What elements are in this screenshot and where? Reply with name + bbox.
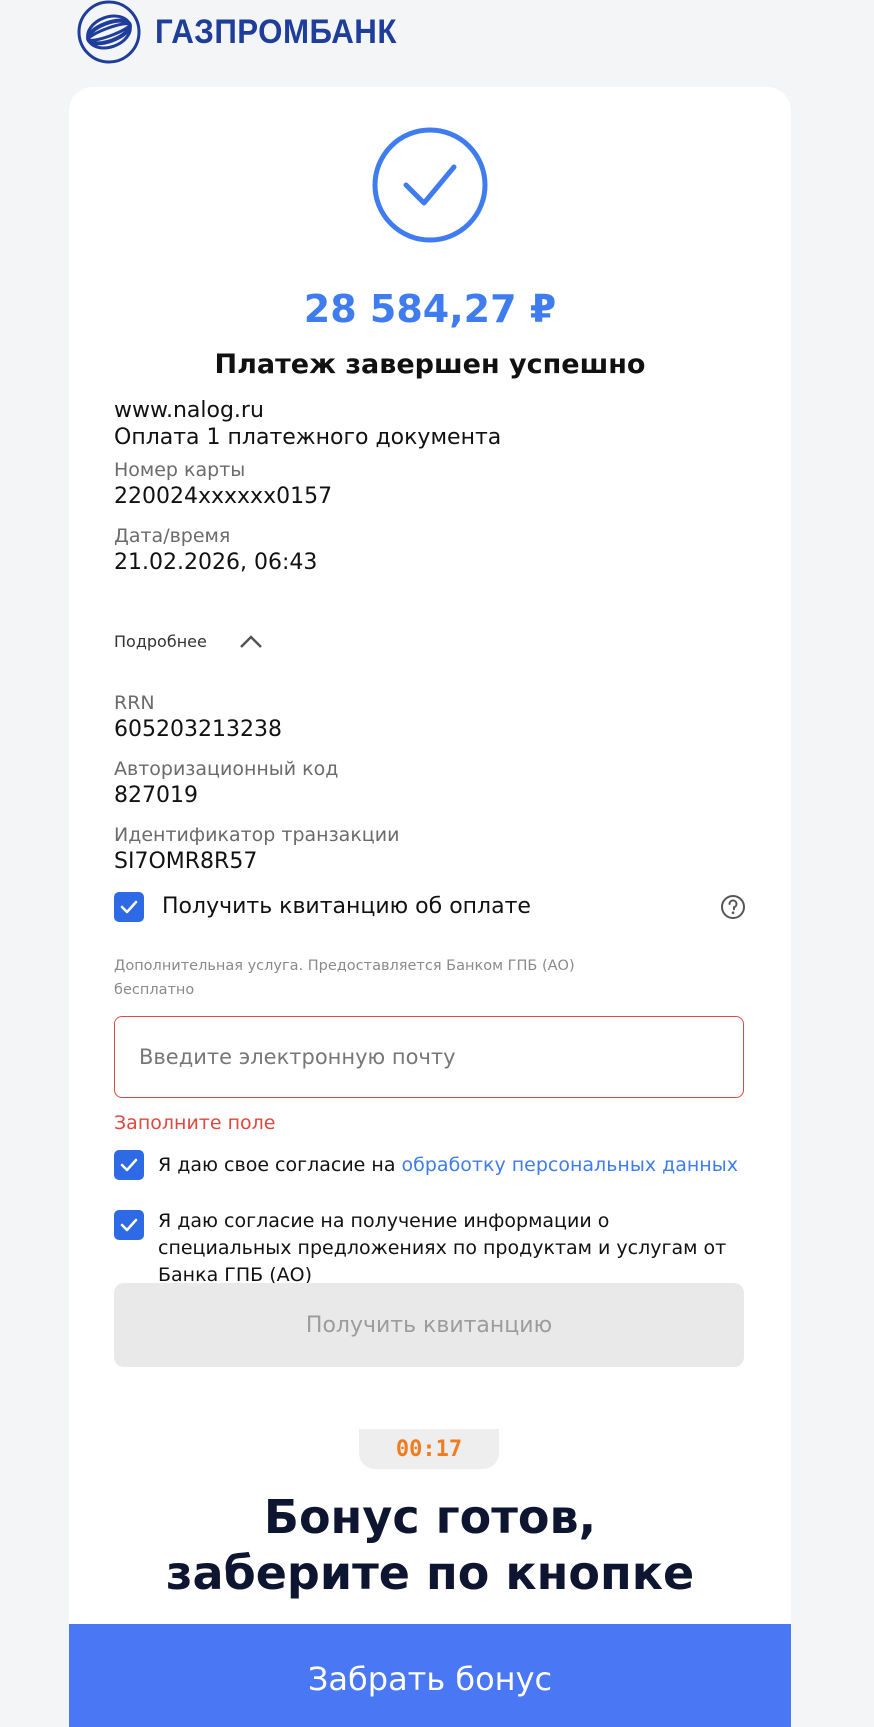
merchant-name: www.nalog.ru	[114, 398, 264, 423]
rrn-label: RRN	[114, 692, 155, 714]
receipt-checkbox[interactable]	[114, 892, 144, 922]
payment-merchant-block: www.nalog.ru Оплата 1 платежного докумен…	[114, 397, 744, 451]
receipt-checkbox-row[interactable]: Получить квитанцию об оплате	[114, 892, 531, 922]
consent-personal-data-label: Я даю свое согласие на обработку персона…	[158, 1152, 738, 1179]
consent-marketing-label: Я даю согласие на получение информации о…	[158, 1210, 727, 1286]
get-receipt-button[interactable]: Получить квитанцию	[114, 1283, 744, 1367]
details-toggle-label: Подробнее	[114, 632, 207, 651]
transaction-id-block: Идентификатор транзакции SI7OMR8R57	[114, 822, 744, 875]
question-circle-icon[interactable]	[720, 894, 746, 920]
email-input[interactable]	[114, 1016, 744, 1098]
consent-personal-data-text: Я даю свое согласие на	[158, 1153, 402, 1176]
bonus-title-line-2: заберите по кнопке	[165, 1546, 695, 1600]
card-number-value: 220024xxxxxx0157	[114, 484, 333, 509]
email-error-message: Заполните поле	[114, 1112, 276, 1134]
checkmark-icon	[120, 1218, 138, 1232]
consent-personal-data-row[interactable]: Я даю свое согласие на обработку персона…	[114, 1150, 738, 1180]
bonus-title-line-1: Бонус готов,	[263, 1490, 597, 1544]
receipt-service-note: Дополнительная услуга. Предоставляется Б…	[114, 958, 575, 998]
auth-code-value: 827019	[114, 783, 198, 808]
consent-marketing-checkbox[interactable]	[114, 1210, 144, 1240]
transaction-id-label: Идентификатор транзакции	[114, 824, 400, 846]
consent-personal-data-checkbox[interactable]	[114, 1150, 144, 1180]
consent-marketing-row[interactable]: Я даю согласие на получение информации о…	[114, 1208, 748, 1289]
datetime-block: Дата/время 21.02.2026, 06:43	[114, 523, 744, 576]
check-circle-icon	[372, 127, 488, 243]
payment-result-card: 28 584,27 ₽ Платеж завершен успешно www.…	[69, 87, 791, 1727]
checkmark-icon	[120, 1158, 138, 1172]
card-number-label: Номер карты	[114, 459, 246, 481]
header: ГАЗПРОМБАНК	[77, 0, 418, 64]
personal-data-link[interactable]: обработку персональных данных	[402, 1154, 738, 1176]
card-number-block: Номер карты 220024xxxxxx0157	[114, 457, 744, 510]
rrn-block: RRN 605203213238	[114, 690, 744, 743]
auth-code-block: Авторизационный код 827019	[114, 756, 744, 809]
checkmark-icon	[120, 900, 138, 914]
transaction-id-value: SI7OMR8R57	[114, 849, 258, 874]
payment-description: Оплата 1 платежного документа	[114, 425, 502, 450]
bonus-title: Бонус готов, заберите по кнопке	[69, 1489, 791, 1601]
datetime-label: Дата/время	[114, 525, 231, 547]
rrn-value: 605203213238	[114, 717, 282, 742]
details-toggle[interactable]: Подробнее	[114, 632, 263, 651]
receipt-checkbox-label: Получить квитанцию об оплате	[162, 894, 531, 919]
payment-amount: 28 584,27 ₽	[303, 287, 557, 331]
brand-name: ГАЗПРОМБАНК	[155, 12, 397, 51]
datetime-value: 21.02.2026, 06:43	[114, 550, 318, 575]
countdown-timer: 00:17	[359, 1429, 499, 1469]
gazprombank-globe-logo[interactable]	[77, 0, 141, 64]
chevron-up-icon	[239, 634, 262, 648]
status-title: Платеж завершен успешно	[214, 349, 646, 380]
auth-code-label: Авторизационный код	[114, 758, 339, 780]
